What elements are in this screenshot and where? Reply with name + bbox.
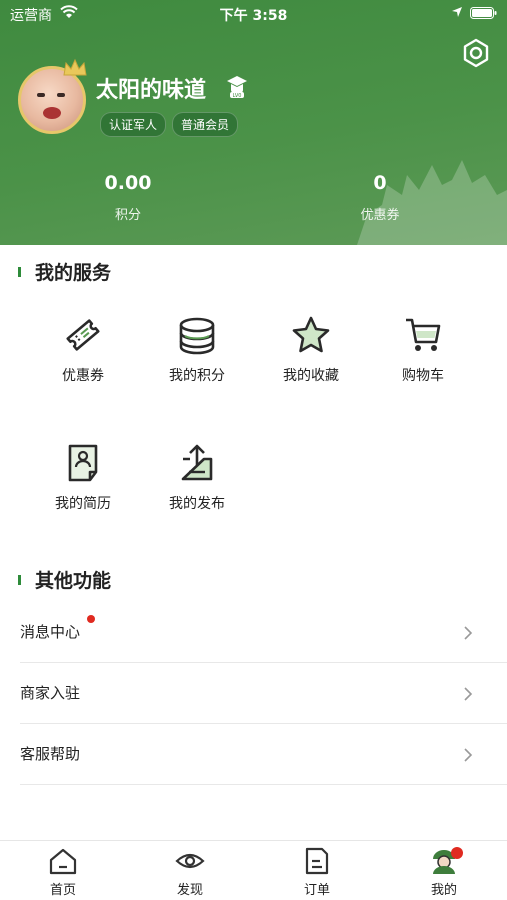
user-avatar[interactable] (18, 58, 88, 136)
coupons-stat[interactable]: 0 优惠券 (320, 172, 440, 223)
row-label: 客服帮助 (20, 745, 81, 763)
tab-mine-icon-wrap (429, 847, 463, 875)
service-my-points[interactable]: 我的积分 (142, 315, 252, 385)
service-label: 我的收藏 (283, 368, 339, 384)
ticket-icon (66, 319, 100, 351)
svg-text:LV0: LV0 (233, 93, 242, 99)
level-badge-icon: LV0 (227, 76, 247, 99)
resume-icon (68, 444, 98, 482)
user-badges: 认证军人 普通会员 (100, 112, 239, 137)
cart-icon (406, 318, 441, 351)
service-label: 我的简历 (55, 496, 111, 512)
star-icon (292, 316, 330, 353)
bottom-tab-bar: 首页 发现 订单 我的 (0, 840, 507, 900)
clock-time: 下午 3:58 (219, 8, 288, 24)
avatar-eye (57, 93, 65, 97)
service-my-resume[interactable]: 我的简历 (28, 443, 138, 513)
tab-label: 订单 (303, 883, 330, 898)
service-label: 优惠券 (62, 368, 104, 384)
tab-orders[interactable]: 订单 (254, 847, 380, 898)
row-label: 商家入驻 (20, 684, 81, 702)
points-value: 0.00 (104, 172, 152, 194)
service-label: 我的积分 (169, 368, 225, 384)
badge-regular-member: 普通会员 (172, 112, 239, 137)
chevron-right-icon (464, 687, 473, 701)
row-label: 消息中心 (20, 623, 81, 641)
row-merchant-join[interactable]: 商家入驻 (20, 664, 507, 724)
eye-icon (175, 853, 205, 869)
tab-notification-dot (451, 847, 463, 859)
coupons-label: 优惠券 (360, 208, 400, 223)
home-icon (49, 848, 77, 875)
service-label: 我的发布 (169, 496, 225, 512)
location-arrow-icon (452, 7, 462, 17)
tab-discover[interactable]: 发现 (127, 847, 253, 898)
tab-label: 我的 (430, 883, 457, 898)
service-label: 购物车 (402, 368, 444, 384)
points-stat[interactable]: 0.00 积分 (68, 172, 188, 223)
profile-header: 运营商 下午 3:58 太阳的味道 LV0 认证军人 普通会员 0.00 积分 … (0, 0, 507, 245)
tab-mine[interactable]: 我的 (381, 847, 507, 898)
settings-gear-icon[interactable] (461, 38, 491, 68)
battery-icon (470, 7, 497, 19)
section-marker (18, 574, 21, 585)
row-customer-help[interactable]: 客服帮助 (20, 725, 507, 785)
my-services-title: 我的服务 (18, 258, 111, 285)
section-marker (18, 266, 21, 277)
tab-home[interactable]: 首页 (0, 847, 126, 898)
service-shopping-cart[interactable]: 购物车 (368, 315, 478, 385)
coins-icon (179, 317, 215, 355)
avatar-mouth (43, 107, 61, 119)
service-my-posts[interactable]: 我的发布 (142, 443, 252, 513)
tab-label: 首页 (49, 883, 76, 898)
my-services-title-text: 我的服务 (35, 262, 112, 284)
service-my-favorites[interactable]: 我的收藏 (256, 315, 366, 385)
upload-icon (181, 444, 213, 481)
row-message-center[interactable]: 消息中心 (20, 603, 507, 663)
unread-dot (87, 615, 95, 623)
coupons-value: 0 (373, 172, 387, 194)
tab-label: 发现 (176, 883, 203, 898)
order-icon (305, 847, 329, 875)
other-functions-title: 其他功能 (18, 566, 111, 593)
status-bar: 运营商 下午 3:58 (0, 0, 507, 26)
crown-icon (63, 58, 87, 76)
chevron-right-icon (464, 626, 473, 640)
badge-certified-soldier: 认证军人 (100, 112, 167, 137)
avatar-eye (37, 93, 45, 97)
chevron-right-icon (464, 748, 473, 762)
username: 太阳的味道 (96, 78, 207, 103)
service-coupons[interactable]: 优惠券 (28, 315, 138, 385)
points-label: 积分 (114, 208, 141, 223)
other-functions-title-text: 其他功能 (35, 570, 112, 592)
